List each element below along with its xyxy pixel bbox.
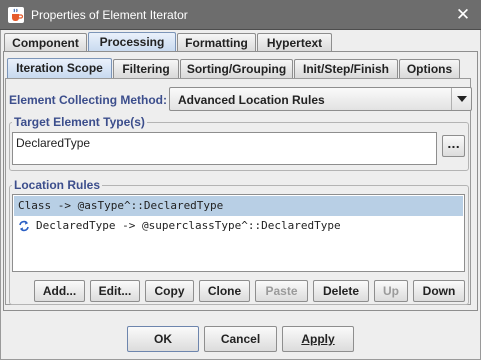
tab-options[interactable]: Options bbox=[399, 59, 460, 78]
apply-button-label: Apply bbox=[301, 332, 335, 346]
tab-options-label: Options bbox=[406, 62, 453, 76]
tab-component[interactable]: Component bbox=[4, 33, 87, 52]
tab-filtering[interactable]: Filtering bbox=[113, 59, 179, 78]
tab-hypertext-label: Hypertext bbox=[266, 36, 323, 50]
tab-init-step-finish[interactable]: Init/Step/Finish bbox=[294, 59, 398, 78]
tab-processing-label: Processing bbox=[99, 35, 165, 49]
paste-rule-button[interactable]: Paste bbox=[255, 280, 308, 302]
collecting-method-combobox[interactable]: Advanced Location Rules bbox=[169, 87, 472, 111]
delete-rule-button[interactable]: Delete bbox=[313, 280, 369, 302]
title-bar: Properties of Element Iterator ✕ bbox=[0, 0, 481, 30]
tab-hypertext[interactable]: Hypertext bbox=[257, 33, 332, 52]
close-icon[interactable]: ✕ bbox=[453, 5, 473, 25]
rule-text: DeclaredType -> @superclassType^::Declar… bbox=[36, 219, 341, 232]
move-up-button[interactable]: Up bbox=[374, 280, 408, 302]
tab-init-step-finish-label: Init/Step/Finish bbox=[303, 62, 389, 76]
tab-sorting-grouping-label: Sorting/Grouping bbox=[186, 62, 287, 76]
tab-formatting-label: Formatting bbox=[185, 36, 248, 50]
tab-iteration-scope-label: Iteration Scope bbox=[16, 61, 103, 75]
add-rule-button[interactable]: Add... bbox=[34, 280, 85, 302]
tab-formatting[interactable]: Formatting bbox=[177, 33, 256, 52]
edit-rule-button[interactable]: Edit... bbox=[90, 280, 140, 302]
tab-filtering-label: Filtering bbox=[122, 62, 170, 76]
target-types-title: Target Element Type(s) bbox=[12, 115, 147, 129]
clone-rule-button[interactable]: Clone bbox=[199, 280, 250, 302]
location-rules-list[interactable]: Class -> @asType^::DeclaredType Declared… bbox=[12, 194, 465, 272]
copy-rule-button[interactable]: Copy bbox=[145, 280, 194, 302]
collecting-method-label: Element Collecting Method: bbox=[9, 93, 168, 107]
tab-iteration-scope[interactable]: Iteration Scope bbox=[7, 58, 112, 78]
rule-text: Class -> @asType^::DeclaredType bbox=[18, 199, 224, 212]
rule-row[interactable]: Class -> @asType^::DeclaredType bbox=[14, 196, 463, 216]
tab-processing[interactable]: Processing bbox=[88, 32, 176, 52]
tab-component-label: Component bbox=[12, 36, 79, 50]
recursion-arrow-icon bbox=[19, 220, 29, 232]
target-types-value: DeclaredType bbox=[16, 136, 91, 150]
move-down-button[interactable]: Down bbox=[413, 280, 465, 302]
apply-button[interactable]: Apply bbox=[282, 326, 354, 352]
window-title: Properties of Element Iterator bbox=[31, 8, 188, 22]
chevron-down-icon[interactable] bbox=[451, 88, 471, 110]
target-types-field[interactable]: DeclaredType bbox=[12, 132, 437, 165]
location-rules-title: Location Rules bbox=[12, 178, 103, 192]
ok-button[interactable]: OK bbox=[127, 326, 199, 352]
java-cup-icon bbox=[8, 7, 24, 23]
collecting-method-value: Advanced Location Rules bbox=[178, 93, 325, 107]
browse-types-button[interactable]: ... bbox=[442, 135, 465, 157]
cancel-button[interactable]: Cancel bbox=[204, 326, 277, 352]
tab-sorting-grouping[interactable]: Sorting/Grouping bbox=[180, 59, 293, 78]
rule-row[interactable]: DeclaredType -> @superclassType^::Declar… bbox=[14, 216, 463, 236]
